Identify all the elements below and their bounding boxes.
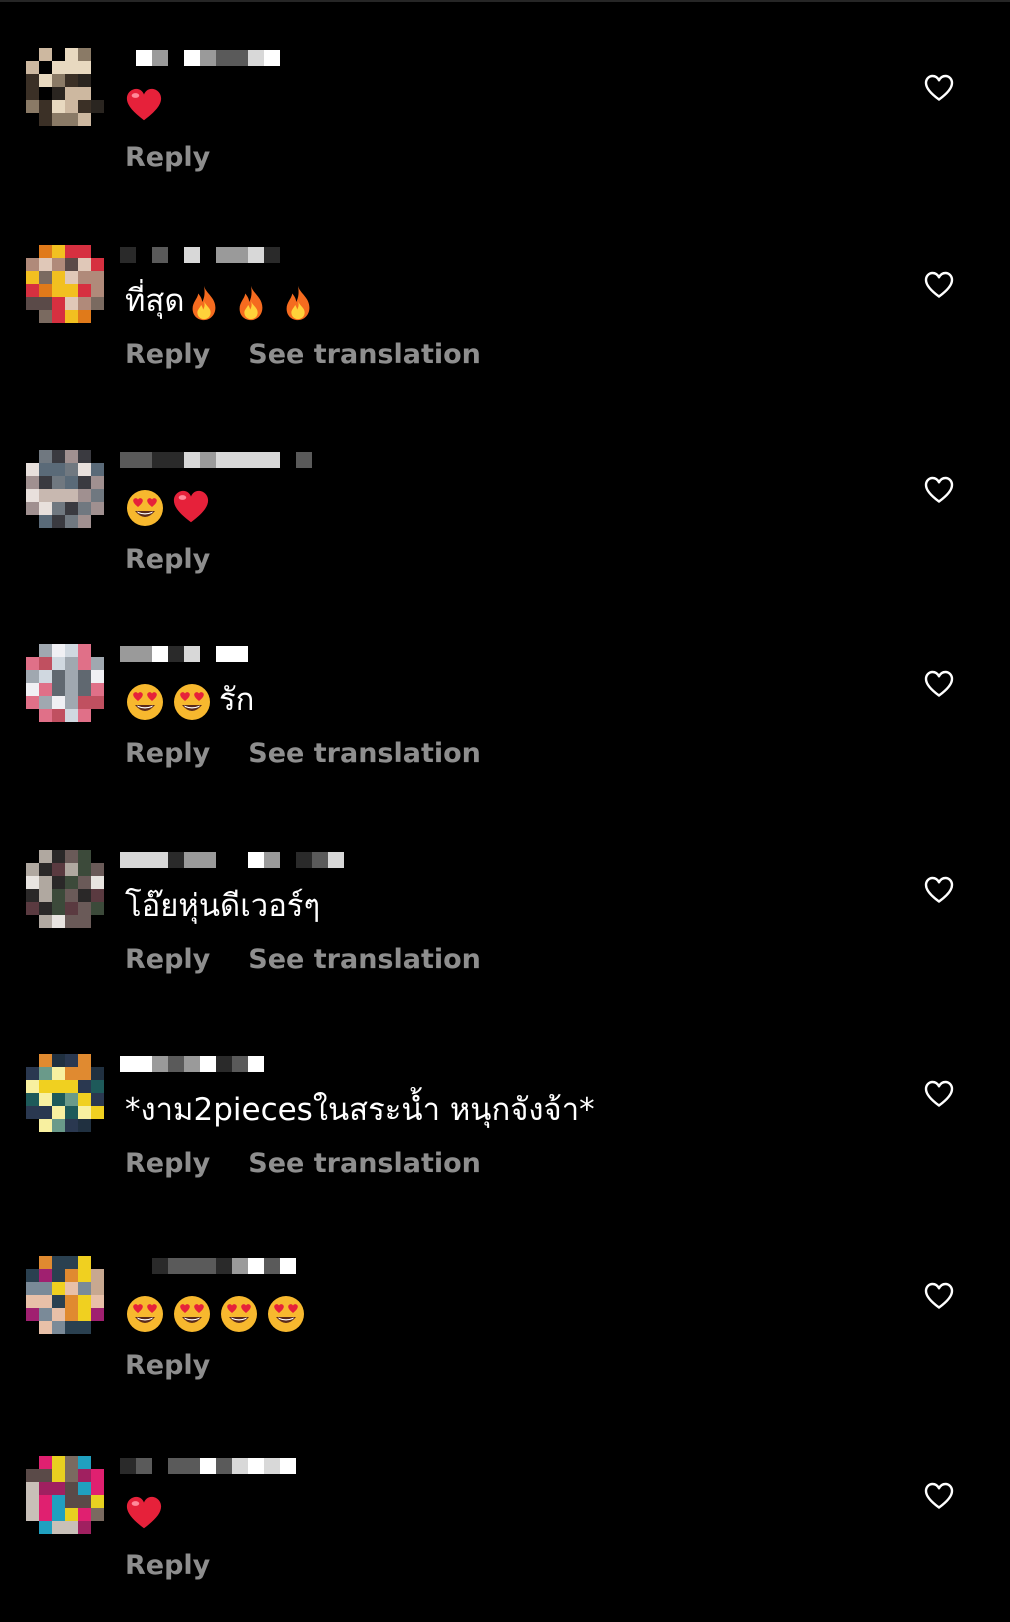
comment-actions: Reply (125, 544, 210, 575)
avatar[interactable] (26, 644, 104, 722)
heart-outline-icon[interactable] (924, 876, 954, 904)
heart-eyes-emoji-icon (127, 489, 163, 526)
see-translation-button[interactable]: See translation (248, 339, 481, 370)
comment-item: Reply (0, 1412, 1010, 1592)
reply-button[interactable]: Reply (125, 339, 210, 370)
avatar[interactable] (26, 1456, 104, 1534)
heart-eyes-emoji-icon (174, 683, 210, 720)
reply-button[interactable]: Reply (125, 1550, 210, 1581)
fire-emoji-icon (239, 285, 262, 320)
heart-outline-icon[interactable] (924, 271, 954, 299)
username[interactable] (120, 852, 344, 868)
comment-item: Reply (0, 1212, 1010, 1392)
username[interactable] (120, 1258, 312, 1274)
heart-outline-icon[interactable] (924, 74, 954, 102)
avatar[interactable] (26, 450, 104, 528)
comment-actions: Reply (125, 1350, 210, 1381)
reply-button[interactable]: Reply (125, 944, 210, 975)
heart-emoji-icon (173, 490, 209, 522)
comment-item: โอ๊ยหุ่นดีเวอร์ๆ Reply See translation (0, 806, 1010, 986)
comment-item: ที่สุด Reply See translation (0, 201, 1010, 381)
see-translation-button[interactable]: See translation (248, 738, 481, 769)
reply-button[interactable]: Reply (125, 738, 210, 769)
heart-outline-icon[interactable] (924, 1080, 954, 1108)
fire-emoji-icon (286, 285, 309, 320)
heart-outline-icon[interactable] (924, 476, 954, 504)
comment-text-value: ที่สุด (125, 283, 185, 319)
username[interactable] (120, 50, 280, 66)
comment-item: Reply (0, 4, 1010, 184)
comment-text-value: *งาม2piecesในสระน้ำ หนุกจังจ้า* (125, 1092, 595, 1128)
heart-emoji-icon (126, 88, 162, 120)
comment-text: โอ๊ยหุ่นดีเวอร์ๆ (125, 884, 320, 928)
heart-eyes-emoji-icon (268, 1295, 304, 1332)
username[interactable] (120, 1056, 264, 1072)
see-translation-button[interactable]: See translation (248, 1148, 481, 1179)
heart-eyes-emoji-icon (174, 1295, 210, 1332)
avatar[interactable] (26, 1256, 104, 1334)
heart-outline-icon[interactable] (924, 1282, 954, 1310)
comment-item: Reply (0, 406, 1010, 586)
comment-text (125, 82, 171, 126)
comment-actions: Reply See translation (125, 738, 481, 769)
comment-text (125, 1290, 313, 1334)
heart-eyes-emoji-icon (127, 1295, 163, 1332)
comment-text: *งาม2piecesในสระน้ำ หนุกจังจ้า* (125, 1088, 595, 1132)
comment-list: Reply ที่สุด Reply See translation Reply รัก R… (0, 0, 1010, 1622)
comment-text (125, 1490, 171, 1534)
comment-actions: Reply See translation (125, 339, 481, 370)
comment-actions: Reply (125, 1550, 210, 1581)
comment-actions: Reply See translation (125, 1148, 481, 1179)
see-translation-button[interactable]: See translation (248, 944, 481, 975)
reply-button[interactable]: Reply (125, 1350, 210, 1381)
reply-button[interactable]: Reply (125, 142, 210, 173)
avatar[interactable] (26, 48, 104, 126)
comment-actions: Reply See translation (125, 944, 481, 975)
avatar[interactable] (26, 1054, 104, 1132)
heart-emoji-icon (126, 1496, 162, 1528)
username[interactable] (120, 247, 280, 263)
heart-eyes-emoji-icon (127, 683, 163, 720)
reply-button[interactable]: Reply (125, 1148, 210, 1179)
comment-text (125, 484, 218, 528)
heart-eyes-emoji-icon (221, 1295, 257, 1332)
comment-text-value: โอ๊ยหุ่นดีเวอร์ๆ (125, 888, 321, 924)
username[interactable] (120, 646, 248, 662)
heart-outline-icon[interactable] (924, 1482, 954, 1510)
comment-text: ที่สุด (125, 279, 326, 324)
comment-text: รัก (125, 678, 254, 722)
username[interactable] (120, 1458, 296, 1474)
comment-item: รัก Reply See translation (0, 600, 1010, 780)
heart-outline-icon[interactable] (924, 670, 954, 698)
username[interactable] (120, 452, 312, 468)
comment-actions: Reply (125, 142, 210, 173)
avatar[interactable] (26, 850, 104, 928)
reply-button[interactable]: Reply (125, 544, 210, 575)
avatar[interactable] (26, 245, 104, 323)
comment-text-value: รัก (219, 682, 255, 718)
fire-emoji-icon (192, 285, 215, 320)
comment-item: *งาม2piecesในสระน้ำ หนุกจังจ้า* Reply See … (0, 1010, 1010, 1190)
